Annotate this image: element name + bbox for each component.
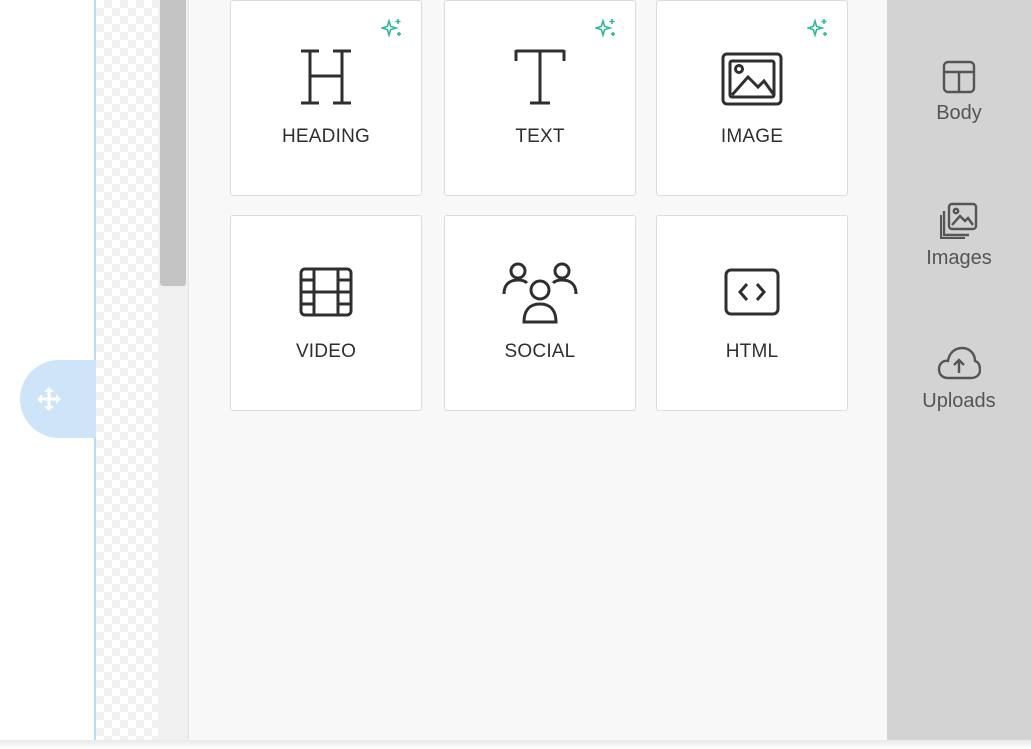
tools-sidebar: Body Images Uploads bbox=[887, 0, 1031, 749]
html-block-label: HTML bbox=[725, 341, 779, 362]
cloud-upload-icon bbox=[887, 344, 1031, 384]
video-block-label: VIDEO bbox=[295, 341, 357, 362]
canvas-scrollbar[interactable] bbox=[158, 0, 189, 749]
image-icon bbox=[657, 51, 847, 107]
sidebar-item-label: Uploads bbox=[922, 390, 996, 412]
ai-sparkle-icon bbox=[379, 17, 403, 44]
sidebar-item-label: Images bbox=[926, 247, 992, 269]
scrollbar-thumb[interactable] bbox=[160, 0, 186, 286]
content-blocks-panel: HEADING TEXT IMAGE VIDEO SOCIAL HTML bbox=[189, 0, 887, 749]
ai-sparkle-icon bbox=[593, 17, 617, 44]
text-block-tile[interactable]: TEXT bbox=[444, 0, 636, 196]
html-block-tile[interactable]: HTML bbox=[656, 215, 848, 411]
heading-icon bbox=[231, 45, 421, 109]
images-icon bbox=[887, 201, 1031, 241]
image-block-tile[interactable]: IMAGE bbox=[656, 0, 848, 196]
bottom-edge-shadow bbox=[0, 740, 1031, 749]
text-block-label: TEXT bbox=[515, 126, 565, 147]
html-code-icon bbox=[657, 266, 847, 318]
sidebar-item-body[interactable]: Body bbox=[887, 58, 1031, 125]
social-block-label: SOCIAL bbox=[504, 341, 576, 362]
sidebar-item-label: Body bbox=[936, 102, 982, 124]
canvas-row-strip[interactable] bbox=[94, 0, 160, 740]
canvas-area bbox=[0, 0, 160, 749]
video-icon bbox=[231, 264, 421, 320]
ai-sparkle-icon bbox=[805, 17, 829, 44]
heading-block-tile[interactable]: HEADING bbox=[230, 0, 422, 196]
text-icon bbox=[445, 45, 635, 109]
heading-block-label: HEADING bbox=[282, 126, 370, 147]
layout-icon bbox=[887, 58, 1031, 96]
social-block-tile[interactable]: SOCIAL bbox=[444, 215, 636, 411]
row-move-handle[interactable] bbox=[20, 360, 96, 438]
sidebar-item-images[interactable]: Images bbox=[887, 201, 1031, 270]
social-icon bbox=[445, 260, 635, 324]
video-block-tile[interactable]: VIDEO bbox=[230, 215, 422, 411]
sidebar-item-uploads[interactable]: Uploads bbox=[887, 344, 1031, 413]
image-block-label: IMAGE bbox=[720, 126, 784, 147]
move-icon bbox=[37, 387, 61, 411]
